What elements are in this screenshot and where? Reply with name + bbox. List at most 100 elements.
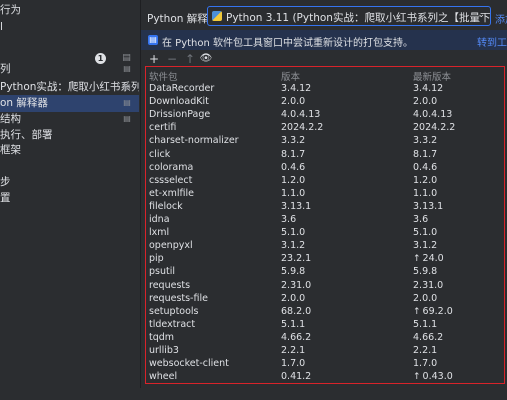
package-version-text: 4.0.4.13 [281, 109, 321, 121]
sidebar-item[interactable]: on 解释器 ▤ [0, 95, 139, 112]
table-row[interactable]: tqdm 4.66.2 4.66.2 [146, 331, 504, 344]
sidebar-item-label: 列 [0, 63, 11, 75]
package-name: certifi [149, 121, 176, 134]
package-latest-version-text: 24.0 [422, 253, 444, 265]
package-name-text: lxml [149, 227, 170, 239]
package-name-text: websocket-client [149, 358, 229, 370]
add-interpreter-link[interactable]: 添加 [495, 11, 507, 26]
remove-package-button[interactable]: − [165, 52, 179, 66]
table-row[interactable]: setuptools 68.2.0 ↑ 69.2.0 [146, 305, 504, 318]
table-row[interactable]: requests 2.31.0 2.31.0 [146, 279, 504, 292]
package-name-text: tqdm [149, 331, 175, 343]
list-icon: ▤ [123, 64, 131, 73]
sidebar-item[interactable]: 结构 ▤ [0, 111, 139, 128]
go-to-tool-window-link[interactable]: 转到工具窗口 [477, 34, 507, 49]
list-icon: ▤ [123, 82, 131, 91]
package-name: et-xmlfile [149, 187, 194, 200]
package-version-text: 2.2.1 [281, 345, 306, 356]
table-row[interactable]: filelock 3.13.1 3.13.1 [146, 200, 504, 213]
package-latest-version: 8.1.7 [413, 148, 437, 161]
table-row[interactable]: DownloadKit 2.0.0 2.0.0 [146, 95, 504, 108]
table-row[interactable]: DrissionPage 4.0.4.13 4.0.4.13 [146, 108, 504, 121]
package-name: charset-normalizer [149, 134, 239, 147]
package-name: openpyxl [149, 239, 193, 252]
package-version: 3.6 [281, 213, 296, 226]
add-package-button[interactable]: + [147, 52, 161, 66]
info-icon: ▤ [148, 35, 158, 45]
package-name: lxml [149, 226, 169, 239]
table-row[interactable]: pip 23.2.1 ↑ 24.0 [146, 252, 504, 265]
package-version: 68.2.0 [281, 305, 311, 318]
table-row[interactable]: websocket-client 1.7.0 1.7.0 [146, 357, 504, 370]
table-row[interactable]: click 8.1.7 8.1.7 [146, 148, 504, 161]
settings-sidebar: 1 ▤ 行为l列▤Python实战：爬取小红书系列之【▤on 解释器▤结构▤执行… [0, 0, 141, 400]
table-row[interactable]: idna 3.6 3.6 [146, 213, 504, 226]
package-name-text: idna [149, 214, 170, 225]
package-name-text: requests [149, 279, 191, 291]
package-version: 4.66.2 [281, 331, 311, 344]
sidebar-item[interactable]: 置 [0, 190, 139, 207]
package-latest-version-text: 5.1.1 [413, 318, 438, 330]
package-name: websocket-client [149, 357, 229, 370]
package-latest-version-text: 5.9.8 [413, 266, 438, 278]
package-version: 1.2.0 [281, 174, 305, 187]
package-latest-version: 0.4.6 [413, 161, 437, 174]
table-header: 软件包 版本 最新版本 [146, 67, 504, 83]
package-latest-version-text: 3.4.12 [413, 83, 444, 94]
package-toolbar: + − ↑ 👁 [141, 52, 507, 66]
package-name-text: wheel [149, 371, 178, 383]
package-latest-version: 5.1.0 [413, 226, 437, 239]
table-row[interactable]: cssselect 1.2.0 1.2.0 [146, 174, 504, 187]
package-version: 4.0.4.13 [281, 108, 320, 121]
package-latest-version: 3.3.2 [413, 134, 437, 147]
package-version-text: 5.1.1 [281, 318, 306, 330]
package-version: 0.41.2 [281, 370, 311, 383]
sidebar-item-label: on 解释器 [0, 97, 48, 109]
table-row[interactable]: tldextract 5.1.1 5.1.1 [146, 318, 504, 331]
sidebar-item[interactable]: 列 ▤ [0, 61, 139, 78]
package-latest-version: 3.13.1 [413, 200, 443, 213]
interpreter-select[interactable]: Python 3.11 (Python实战：爬取小红书系列之【批量下载笔记无水印… [207, 6, 491, 26]
package-name: wheel [149, 370, 177, 383]
package-name-text: cssselect [149, 174, 193, 186]
sidebar-item[interactable] [0, 32, 139, 49]
package-version: 3.13.1 [281, 200, 311, 213]
package-latest-version: 2024.2.2 [413, 121, 455, 134]
sidebar-item[interactable]: Python实战：爬取小红书系列之【▤ [0, 79, 139, 96]
package-name: colorama [149, 161, 193, 174]
sidebar-item[interactable]: 框架 [0, 142, 139, 159]
table-row[interactable]: et-xmlfile 1.1.0 1.1.0 [146, 187, 504, 200]
table-row[interactable]: colorama 0.4.6 0.4.6 [146, 161, 504, 174]
package-version-text: 0.41.2 [281, 371, 312, 383]
table-row[interactable]: requests-file 2.0.0 2.0.0 [146, 292, 504, 305]
table-row[interactable]: DataRecorder 3.4.12 3.4.12 [146, 82, 504, 95]
package-latest-version-text: 2024.2.2 [413, 122, 456, 134]
sidebar-item[interactable]: 步 [0, 174, 139, 191]
package-version: 5.9.8 [281, 265, 305, 278]
show-early-releases-button[interactable]: 👁 [199, 52, 213, 66]
package-version-text: 23.2.1 [281, 253, 312, 265]
table-row[interactable]: lxml 5.1.0 5.1.0 [146, 226, 504, 239]
package-version-text: 1.2.0 [281, 174, 306, 186]
column-header-package[interactable]: 软件包 [149, 69, 178, 83]
package-name: psutil [149, 265, 175, 278]
column-header-latest[interactable]: 最新版本 [413, 69, 451, 83]
package-latest-version-text: 4.66.2 [413, 331, 444, 343]
package-latest-version: 2.0.0 [413, 95, 437, 108]
sidebar-item[interactable]: 行为 [0, 2, 139, 19]
package-latest-version: 3.1.2 [413, 239, 437, 252]
upgrade-package-button[interactable]: ↑ [183, 52, 197, 66]
package-table: 软件包 版本 最新版本 DataRecorder 3.4.12 3.4.12 Down… [145, 66, 505, 384]
table-row[interactable]: urllib3 2.2.1 2.2.1 [146, 344, 504, 357]
table-row[interactable]: wheel 0.41.2 ↑ 0.43.0 [146, 370, 504, 383]
package-name: DataRecorder [149, 82, 214, 95]
package-version-text: 2.0.0 [281, 292, 306, 304]
package-name-text: click [149, 148, 171, 160]
table-row[interactable]: openpyxl 3.1.2 3.1.2 [146, 239, 504, 252]
table-row[interactable]: psutil 5.9.8 5.9.8 [146, 265, 504, 278]
package-latest-version-text: 3.6 [413, 214, 429, 225]
table-row[interactable]: certifi 2024.2.2 2024.2.2 [146, 121, 504, 134]
package-latest-version-text: 3.3.2 [413, 135, 438, 147]
table-row[interactable]: charset-normalizer 3.3.2 3.3.2 [146, 134, 504, 147]
column-header-version[interactable]: 版本 [281, 69, 300, 83]
